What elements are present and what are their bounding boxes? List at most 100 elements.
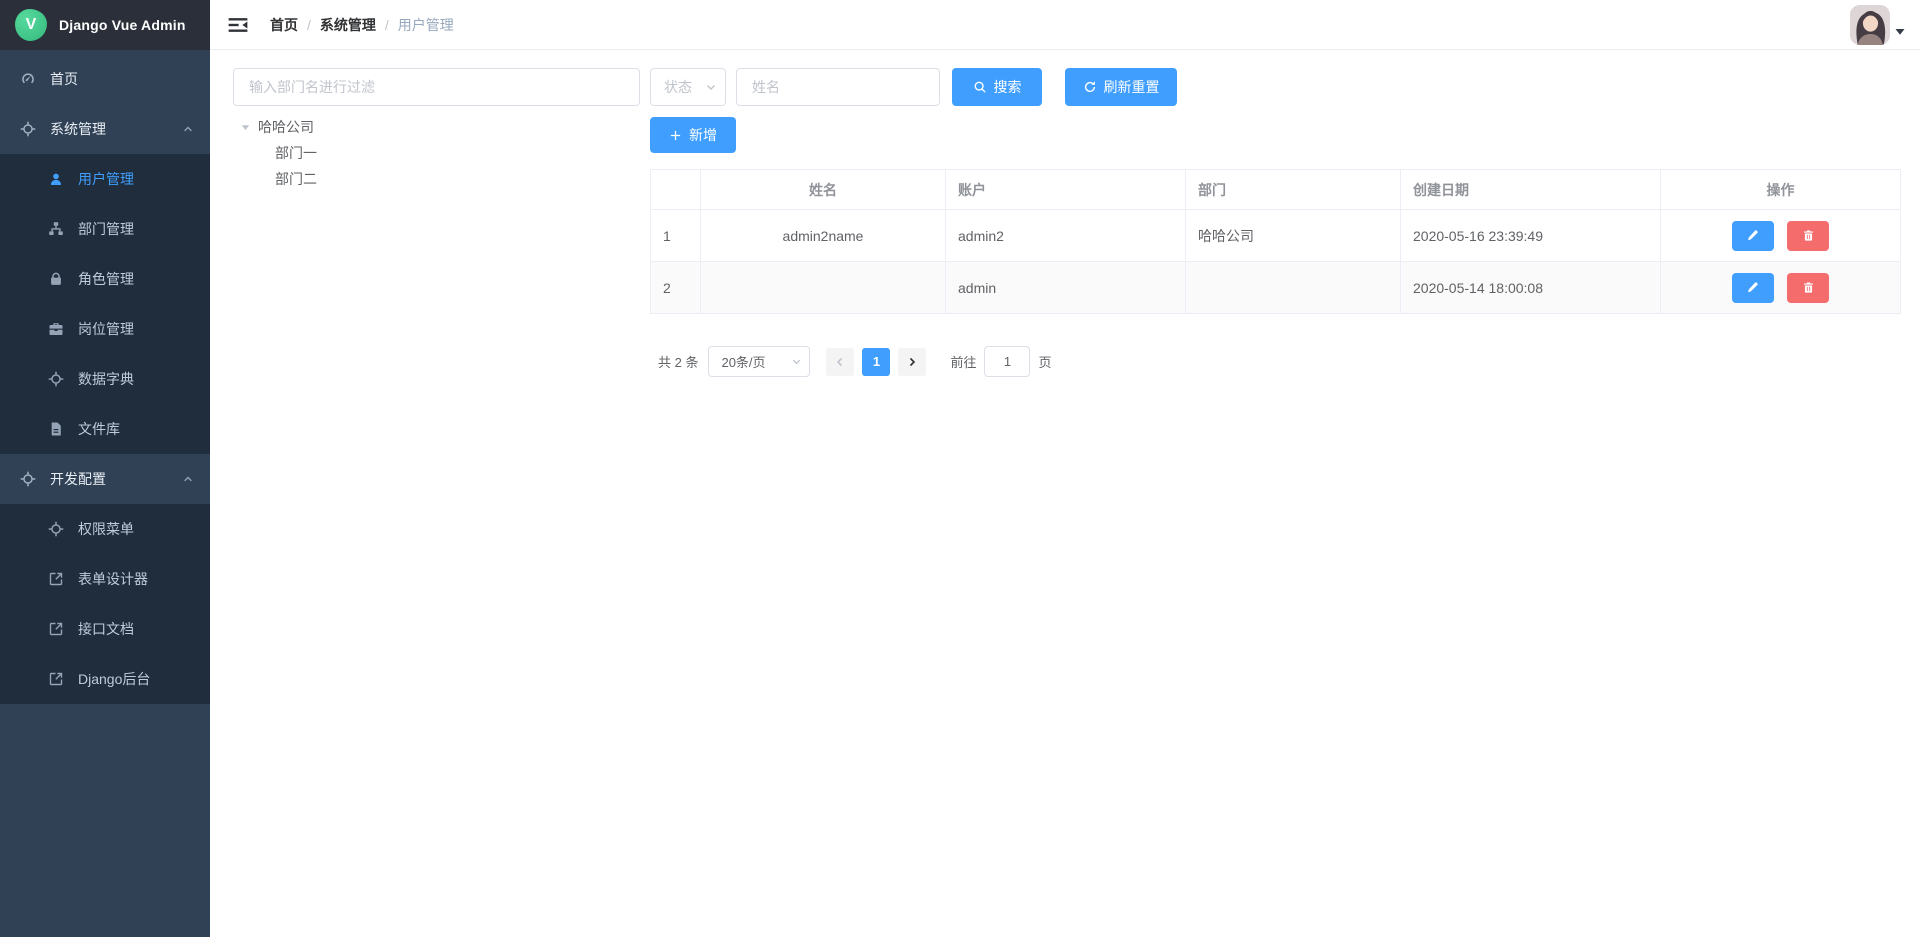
cell-created-date: 2020-05-16 23:39:49 xyxy=(1401,210,1661,262)
edit-pencil-icon xyxy=(1746,229,1759,242)
tree-caret-icon[interactable] xyxy=(240,122,251,133)
sidebar-item-permission-menu[interactable]: 权限菜单 xyxy=(0,504,210,554)
page-size-value: 20条/页 xyxy=(721,352,765,371)
sidebar-item-user-mgmt[interactable]: 用户管理 xyxy=(0,154,210,204)
add-button-label: 新增 xyxy=(689,125,717,145)
sidebar-item-label: 用户管理 xyxy=(78,169,134,189)
refresh-icon xyxy=(1083,80,1097,94)
pagination: 共 2 条 20条/页 1 xyxy=(650,346,1900,377)
sidebar-section-system[interactable]: 系统管理 xyxy=(0,104,210,154)
sidebar-item-label: 权限菜单 xyxy=(78,519,134,539)
tree-node-label: 部门二 xyxy=(275,169,317,189)
sidebar-item-home[interactable]: 首页 xyxy=(0,54,210,104)
add-user-button[interactable]: 新增 xyxy=(650,117,736,153)
cell-department xyxy=(1186,262,1401,314)
col-account: 账户 xyxy=(946,170,1186,210)
name-search-input[interactable] xyxy=(736,68,940,106)
next-page-button[interactable] xyxy=(898,348,926,376)
org-tree-icon xyxy=(48,221,64,237)
col-index xyxy=(651,170,701,210)
page-size-select[interactable]: 20条/页 xyxy=(708,346,810,377)
breadcrumb: 首页 / 系统管理 / 用户管理 xyxy=(270,15,454,35)
sidebar-item-file-library[interactable]: 文件库 xyxy=(0,404,210,454)
sidebar-item-api-docs[interactable]: 接口文档 xyxy=(0,604,210,654)
topbar: 首页 / 系统管理 / 用户管理 xyxy=(210,0,1920,50)
sidebar-item-post-mgmt[interactable]: 岗位管理 xyxy=(0,304,210,354)
chevron-up-icon xyxy=(182,123,194,135)
cell-index: 2 xyxy=(651,262,701,314)
tree-node-child[interactable]: 部门二 xyxy=(233,166,640,192)
external-link-icon xyxy=(48,671,64,687)
delete-trash-icon xyxy=(1802,229,1815,242)
status-select[interactable]: 状态 xyxy=(650,68,726,106)
search-button-label: 搜索 xyxy=(994,77,1022,97)
lock-icon xyxy=(48,271,64,287)
user-dropdown[interactable] xyxy=(1850,5,1905,45)
aim-icon xyxy=(20,121,36,137)
sidebar-item-role-mgmt[interactable]: 角色管理 xyxy=(0,254,210,304)
sidebar-item-label: 岗位管理 xyxy=(78,319,134,339)
edit-button[interactable] xyxy=(1732,273,1774,303)
delete-trash-icon xyxy=(1802,281,1815,294)
aim-icon xyxy=(48,521,64,537)
tree-node-label: 哈哈公司 xyxy=(258,117,314,137)
col-department: 部门 xyxy=(1186,170,1401,210)
delete-button[interactable] xyxy=(1787,273,1829,303)
breadcrumb-separator: / xyxy=(307,17,311,33)
goto-prefix-label: 前往 xyxy=(950,352,976,371)
logo-bar: V Django Vue Admin xyxy=(0,0,210,50)
table-actions: 新增 xyxy=(650,117,1900,153)
department-filter-input[interactable] xyxy=(233,68,640,106)
reset-button[interactable]: 刷新重置 xyxy=(1065,68,1177,106)
table-row: 2 admin 2020-05-14 18:00:08 xyxy=(651,262,1901,314)
table-header-row: 姓名 账户 部门 创建日期 操作 xyxy=(651,170,1901,210)
sidebar: V Django Vue Admin 首页 系统管理 xyxy=(0,0,210,937)
app-title: Django Vue Admin xyxy=(59,17,186,33)
chevron-up-icon xyxy=(182,473,194,485)
cell-account: admin xyxy=(946,262,1186,314)
edit-button[interactable] xyxy=(1732,221,1774,251)
sidebar-item-django-admin[interactable]: Django后台 xyxy=(0,654,210,704)
sidebar-item-label: 角色管理 xyxy=(78,269,134,289)
tree-node-root[interactable]: 哈哈公司 xyxy=(233,114,640,140)
breadcrumb-home[interactable]: 首页 xyxy=(270,15,298,35)
avatar[interactable] xyxy=(1850,5,1890,45)
delete-button[interactable] xyxy=(1787,221,1829,251)
search-button[interactable]: 搜索 xyxy=(952,68,1042,106)
cell-department: 哈哈公司 xyxy=(1186,210,1401,262)
col-actions: 操作 xyxy=(1661,170,1901,210)
chevron-right-icon xyxy=(906,356,918,368)
sidebar-item-data-dict[interactable]: 数据字典 xyxy=(0,354,210,404)
pagination-total: 共 2 条 xyxy=(658,352,698,371)
current-page-button[interactable]: 1 xyxy=(862,348,890,376)
cell-index: 1 xyxy=(651,210,701,262)
caret-down-icon xyxy=(1895,28,1905,36)
sidebar-section-label: 系统管理 xyxy=(50,119,106,139)
document-icon xyxy=(48,421,64,437)
prev-page-button[interactable] xyxy=(826,348,854,376)
search-icon xyxy=(973,80,987,94)
search-toolbar: 状态 搜索 xyxy=(650,68,1900,106)
sidebar-menu: 首页 系统管理 用户管理 部门 xyxy=(0,50,210,704)
user-icon xyxy=(48,171,64,187)
sidebar-item-label: 接口文档 xyxy=(78,619,134,639)
main-area: 首页 / 系统管理 / 用户管理 xyxy=(210,0,1920,937)
briefcase-icon xyxy=(48,321,64,337)
sidebar-item-form-designer[interactable]: 表单设计器 xyxy=(0,554,210,604)
sidebar-section-dev-config[interactable]: 开发配置 xyxy=(0,454,210,504)
chevron-down-icon xyxy=(705,81,717,93)
cell-name: admin2name xyxy=(701,210,946,262)
users-table-wrap: 姓名 账户 部门 创建日期 操作 1 admin2name ad xyxy=(650,169,1900,314)
app-logo-icon: V xyxy=(15,9,47,41)
breadcrumb-system-mgmt[interactable]: 系统管理 xyxy=(320,15,376,35)
sidebar-item-dept-mgmt[interactable]: 部门管理 xyxy=(0,204,210,254)
sidebar-item-label: 文件库 xyxy=(78,419,120,439)
reset-button-label: 刷新重置 xyxy=(1104,77,1160,97)
page-content: 哈哈公司 部门一 部门二 状态 xyxy=(210,50,1920,937)
collapse-menu-icon[interactable] xyxy=(228,15,248,35)
app-window: V Django Vue Admin 首页 系统管理 xyxy=(0,0,1920,937)
tree-node-child[interactable]: 部门一 xyxy=(233,140,640,166)
users-table: 姓名 账户 部门 创建日期 操作 1 admin2name ad xyxy=(650,169,1901,314)
goto-page-input[interactable] xyxy=(984,346,1030,377)
department-tree: 哈哈公司 部门一 部门二 xyxy=(233,114,640,192)
